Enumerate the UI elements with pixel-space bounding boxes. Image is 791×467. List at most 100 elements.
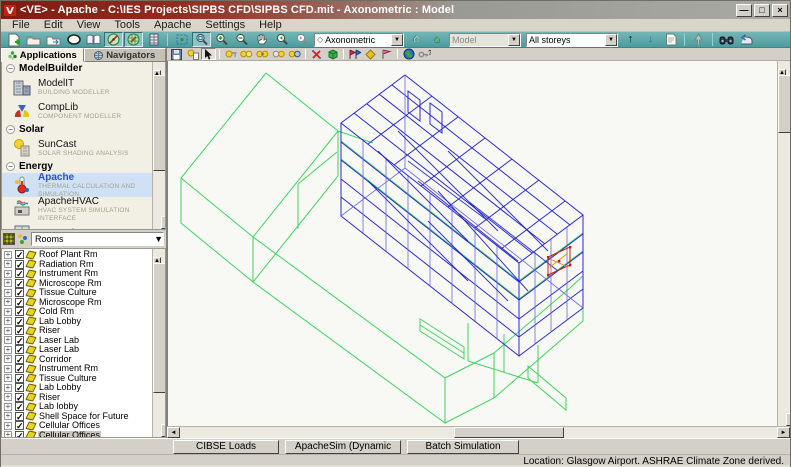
expand-icon[interactable]: +: [4, 270, 12, 278]
expand-icon[interactable]: +: [4, 327, 12, 335]
room-checkbox[interactable]: ✓: [15, 431, 24, 438]
room-checkbox[interactable]: ✓: [15, 402, 24, 411]
expand-icon[interactable]: +: [4, 403, 12, 411]
storey-plan-button[interactable]: [144, 32, 163, 47]
model-viewport[interactable]: ▲ ▼: [167, 61, 790, 426]
storey-up-button[interactable]: ↑: [621, 32, 640, 47]
open-folder-button[interactable]: [24, 32, 43, 47]
expand-icon[interactable]: +: [4, 346, 12, 354]
room-checkbox[interactable]: ✓: [15, 393, 24, 402]
expand-icon[interactable]: +: [4, 422, 12, 430]
storey-down-button[interactable]: ↓: [641, 32, 660, 47]
room-checkbox[interactable]: ✓: [15, 288, 24, 297]
expand-icon[interactable]: +: [4, 393, 12, 401]
expand-icon[interactable]: +: [4, 289, 12, 297]
room-checkbox[interactable]: ✓: [15, 269, 24, 278]
menu-help[interactable]: Help: [252, 19, 289, 31]
tab-navigators[interactable]: Navigators: [84, 48, 167, 62]
room-checkbox[interactable]: ✓: [15, 298, 24, 307]
room-row[interactable]: +✓Lab Lobby: [4, 383, 152, 393]
record-oval-button[interactable]: [64, 32, 83, 47]
template-diamond-button[interactable]: [363, 48, 378, 60]
revert-button[interactable]: [737, 32, 756, 47]
menu-apache[interactable]: Apache: [147, 19, 198, 31]
room-checkbox[interactable]: ✓: [15, 412, 24, 421]
app-modelit[interactable]: ModelIT BUILDING MODELLER: [2, 75, 152, 99]
globe-button[interactable]: [401, 48, 416, 60]
expand-icon[interactable]: +: [4, 298, 12, 306]
room-grid-icon[interactable]: [3, 233, 15, 245]
room-checkbox[interactable]: ✓: [15, 345, 24, 354]
room-row[interactable]: +✓Riser: [4, 393, 152, 403]
rooms-scrollbar[interactable]: ▲ ▼: [152, 249, 165, 437]
scroll-right-icon[interactable]: ►: [777, 427, 790, 438]
expand-icon[interactable]: +: [4, 308, 12, 316]
menu-edit[interactable]: Edit: [37, 19, 70, 31]
view-mode-select[interactable]: ◇ Axonometric ▼: [314, 33, 404, 47]
app-suncast[interactable]: SunCast SOLAR SHADING ANALYSIS: [2, 136, 152, 160]
sort-rooms-icon[interactable]: [17, 233, 29, 245]
restore-button[interactable]: □: [754, 4, 770, 17]
room-checkbox[interactable]: ✓: [15, 326, 24, 335]
viewport-vertical-scrollbar[interactable]: ▲ ▼: [777, 61, 790, 426]
expand-icon[interactable]: +: [4, 355, 12, 363]
collapse-icon[interactable]: −: [6, 125, 15, 134]
room-attributes-button[interactable]: [223, 48, 238, 60]
room-checkbox[interactable]: ✓: [15, 317, 24, 326]
room-row[interactable]: +✓Lab Lobby: [4, 317, 152, 327]
room-checkbox[interactable]: ✓: [15, 336, 24, 345]
minimize-button[interactable]: —: [736, 4, 752, 17]
room-checkbox[interactable]: ✓: [15, 374, 24, 383]
expand-icon[interactable]: +: [4, 279, 12, 287]
scrollbar-thumb[interactable]: [454, 427, 564, 438]
zoom-extents-button[interactable]: [172, 32, 191, 47]
menu-view[interactable]: View: [70, 19, 108, 31]
library-book-button[interactable]: [84, 32, 103, 47]
scrollbar-thumb[interactable]: [153, 75, 166, 171]
scrollbar-thumb[interactable]: [153, 263, 166, 393]
menu-file[interactable]: File: [5, 19, 37, 31]
tab-applications[interactable]: Applications: [1, 48, 84, 62]
scroll-down-icon[interactable]: ▼: [161, 424, 166, 437]
app-complib[interactable]: CompLib COMPONENT MODELLER: [2, 99, 152, 123]
room-checkbox[interactable]: ✓: [15, 383, 24, 392]
edit-attributes-button[interactable]: [271, 48, 286, 60]
expand-icon[interactable]: +: [4, 251, 12, 259]
room-row[interactable]: +✓Laser Lab: [4, 345, 152, 355]
expand-icon[interactable]: +: [4, 317, 12, 325]
previous-view-button[interactable]: [272, 32, 291, 47]
room-checkbox[interactable]: ✓: [15, 307, 24, 316]
home-view-button[interactable]: ⌂: [407, 32, 426, 47]
room-group-button[interactable]: [239, 48, 254, 60]
room-checkbox[interactable]: ✓: [15, 260, 24, 269]
home-model-button[interactable]: ⌂: [427, 32, 446, 47]
room-checkbox[interactable]: ✓: [15, 250, 24, 259]
storeys-select[interactable]: All storeys ▼: [526, 33, 618, 47]
expand-icon[interactable]: +: [4, 374, 12, 382]
expand-icon[interactable]: +: [4, 412, 12, 420]
copy-attributes-button[interactable]: [185, 48, 200, 60]
flag-button[interactable]: [379, 48, 394, 60]
save-button[interactable]: [169, 48, 184, 60]
room-checkbox[interactable]: ✓: [15, 364, 24, 373]
scroll-down-icon[interactable]: ▼: [161, 216, 166, 229]
report-page-button[interactable]: [661, 32, 680, 47]
chevron-down-icon[interactable]: ▼: [605, 34, 617, 46]
expand-icon[interactable]: +: [4, 431, 12, 438]
menu-settings[interactable]: Settings: [198, 19, 252, 31]
batch-simulation-button[interactable]: Batch Simulation: [407, 440, 519, 454]
zoom-in-button[interactable]: [212, 32, 231, 47]
collapse-icon[interactable]: −: [6, 162, 15, 171]
select-cursor-button[interactable]: [201, 48, 216, 60]
rooms-filter-select[interactable]: Rooms ▼: [31, 232, 164, 246]
apachesim-button[interactable]: ApacheSim (Dynamic Simulation): [285, 440, 401, 454]
pan-hand-button[interactable]: [252, 32, 271, 47]
zoom-out-button[interactable]: [232, 32, 251, 47]
clear-selection-button[interactable]: [309, 48, 324, 60]
model-cube-button[interactable]: [325, 48, 340, 60]
expand-icon[interactable]: +: [4, 260, 12, 268]
app-apachehvac[interactable]: ApacheHVAC HVAC SYSTEM SIMULATION INTERF…: [2, 197, 152, 221]
cibse-loads-button[interactable]: CIBSE Loads: [173, 440, 279, 454]
room-checkbox[interactable]: ✓: [15, 421, 24, 430]
room-checkbox[interactable]: ✓: [15, 279, 24, 288]
